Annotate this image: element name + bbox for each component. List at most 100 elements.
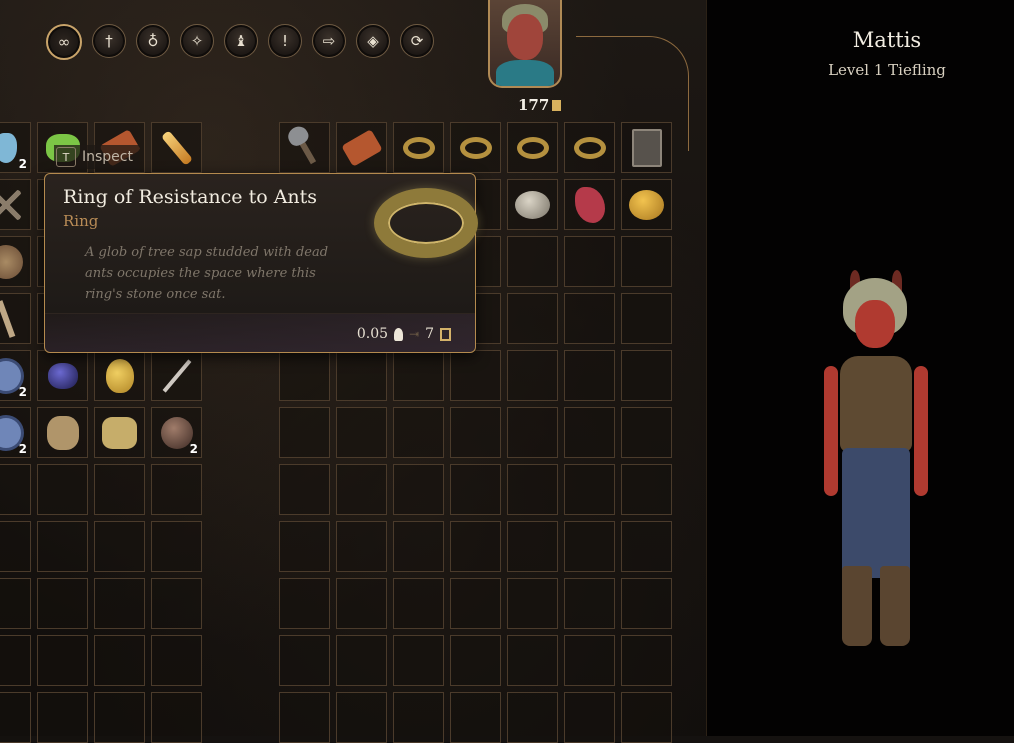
- inventory-slot[interactable]: [0, 692, 31, 743]
- inventory-slot-item[interactable]: [94, 407, 145, 458]
- inventory-slot-item[interactable]: [0, 179, 31, 230]
- inventory-slot[interactable]: [279, 350, 330, 401]
- inventory-slot[interactable]: [507, 521, 558, 572]
- inventory-slot-item[interactable]: 2: [0, 407, 31, 458]
- inventory-slot[interactable]: [151, 464, 202, 515]
- inventory-slot[interactable]: [94, 692, 145, 743]
- inventory-slot-item[interactable]: [507, 122, 558, 173]
- inventory-slot[interactable]: [564, 236, 615, 287]
- weapons-icon[interactable]: †: [92, 24, 126, 58]
- inventory-slot-item[interactable]: [37, 407, 88, 458]
- inventory-slot[interactable]: [336, 578, 387, 629]
- misc-icon[interactable]: ⟳: [400, 24, 434, 58]
- scrolls-icon[interactable]: ⇨: [312, 24, 346, 58]
- inventory-slot[interactable]: [564, 350, 615, 401]
- character-portrait[interactable]: [488, 0, 562, 88]
- inventory-slot[interactable]: [336, 464, 387, 515]
- inventory-slot[interactable]: [151, 578, 202, 629]
- inventory-slot[interactable]: [621, 692, 672, 743]
- inventory-slot-item[interactable]: [450, 122, 501, 173]
- consumables-icon[interactable]: ♁: [136, 24, 170, 58]
- inventory-slot[interactable]: [37, 578, 88, 629]
- inventory-slot[interactable]: [151, 635, 202, 686]
- inventory-slot[interactable]: [37, 635, 88, 686]
- inventory-slot[interactable]: [450, 350, 501, 401]
- inventory-slot-item[interactable]: [507, 179, 558, 230]
- magic-icon[interactable]: ✧: [180, 24, 214, 58]
- inventory-slot[interactable]: [564, 293, 615, 344]
- inventory-slot-item[interactable]: 2: [0, 122, 31, 173]
- inventory-slot-item[interactable]: [37, 350, 88, 401]
- inventory-slot[interactable]: [621, 407, 672, 458]
- inventory-slot-item[interactable]: [94, 350, 145, 401]
- inventory-slot[interactable]: [279, 521, 330, 572]
- inventory-slot[interactable]: [507, 407, 558, 458]
- inventory-slot[interactable]: [393, 407, 444, 458]
- inventory-slot[interactable]: [450, 464, 501, 515]
- inventory-slot[interactable]: [507, 350, 558, 401]
- inventory-slot[interactable]: [621, 293, 672, 344]
- inventory-slot[interactable]: [94, 578, 145, 629]
- inventory-slot[interactable]: [564, 578, 615, 629]
- inventory-slot[interactable]: [336, 407, 387, 458]
- inventory-slot-item[interactable]: [393, 122, 444, 173]
- inventory-slot[interactable]: [393, 635, 444, 686]
- inventory-slot-item[interactable]: [621, 122, 672, 173]
- inventory-slot-item[interactable]: [151, 350, 202, 401]
- inventory-slot-item[interactable]: [621, 179, 672, 230]
- inventory-slot[interactable]: [621, 350, 672, 401]
- inventory-slot-item[interactable]: 2: [151, 407, 202, 458]
- armour-icon[interactable]: ◈: [356, 24, 390, 58]
- inventory-slot[interactable]: [37, 692, 88, 743]
- inventory-slot[interactable]: [393, 464, 444, 515]
- inventory-slot[interactable]: [336, 635, 387, 686]
- inventory-slot-item[interactable]: [564, 179, 615, 230]
- inventory-slot[interactable]: [507, 464, 558, 515]
- inventory-slot[interactable]: [564, 635, 615, 686]
- inventory-slot[interactable]: [37, 464, 88, 515]
- inventory-slot[interactable]: [0, 635, 31, 686]
- inventory-slot-item[interactable]: [564, 122, 615, 173]
- inventory-slot[interactable]: [450, 521, 501, 572]
- inventory-slot[interactable]: [94, 464, 145, 515]
- inventory-slot[interactable]: [507, 578, 558, 629]
- inventory-slot-item[interactable]: [336, 122, 387, 173]
- inventory-slot[interactable]: [151, 692, 202, 743]
- inventory-slot[interactable]: [151, 521, 202, 572]
- inventory-slot[interactable]: [94, 521, 145, 572]
- inventory-slot[interactable]: [0, 464, 31, 515]
- inventory-slot[interactable]: [37, 521, 88, 572]
- inventory-slot[interactable]: [621, 578, 672, 629]
- inventory-slot[interactable]: [564, 521, 615, 572]
- inventory-slot[interactable]: [279, 464, 330, 515]
- inventory-slot[interactable]: [0, 578, 31, 629]
- alchemy-icon[interactable]: ♝: [224, 24, 258, 58]
- inventory-slot-item[interactable]: 2: [0, 350, 31, 401]
- inventory-slot[interactable]: [621, 236, 672, 287]
- inventory-slot[interactable]: [564, 407, 615, 458]
- inventory-slot[interactable]: [336, 692, 387, 743]
- inventory-slot-item[interactable]: [151, 122, 202, 173]
- inventory-slot[interactable]: [279, 578, 330, 629]
- inventory-slot[interactable]: [564, 464, 615, 515]
- inventory-slot[interactable]: [621, 635, 672, 686]
- inventory-slot[interactable]: [279, 635, 330, 686]
- inventory-slot[interactable]: [450, 578, 501, 629]
- inventory-slot-item[interactable]: [279, 122, 330, 173]
- inventory-slot[interactable]: [507, 236, 558, 287]
- inspect-hint[interactable]: T Inspect: [54, 145, 139, 169]
- inventory-slot[interactable]: [450, 692, 501, 743]
- inventory-slot[interactable]: [94, 635, 145, 686]
- inventory-slot[interactable]: [507, 692, 558, 743]
- inventory-slot[interactable]: [507, 635, 558, 686]
- inventory-slot[interactable]: [507, 293, 558, 344]
- inventory-slot[interactable]: [393, 350, 444, 401]
- inventory-slot-item[interactable]: [0, 293, 31, 344]
- all-items-icon[interactable]: ∞: [46, 24, 82, 60]
- inventory-slot[interactable]: [450, 635, 501, 686]
- inventory-slot[interactable]: [621, 464, 672, 515]
- inventory-slot[interactable]: [450, 407, 501, 458]
- inventory-slot[interactable]: [279, 692, 330, 743]
- inventory-slot[interactable]: [564, 692, 615, 743]
- inventory-slot[interactable]: [0, 521, 31, 572]
